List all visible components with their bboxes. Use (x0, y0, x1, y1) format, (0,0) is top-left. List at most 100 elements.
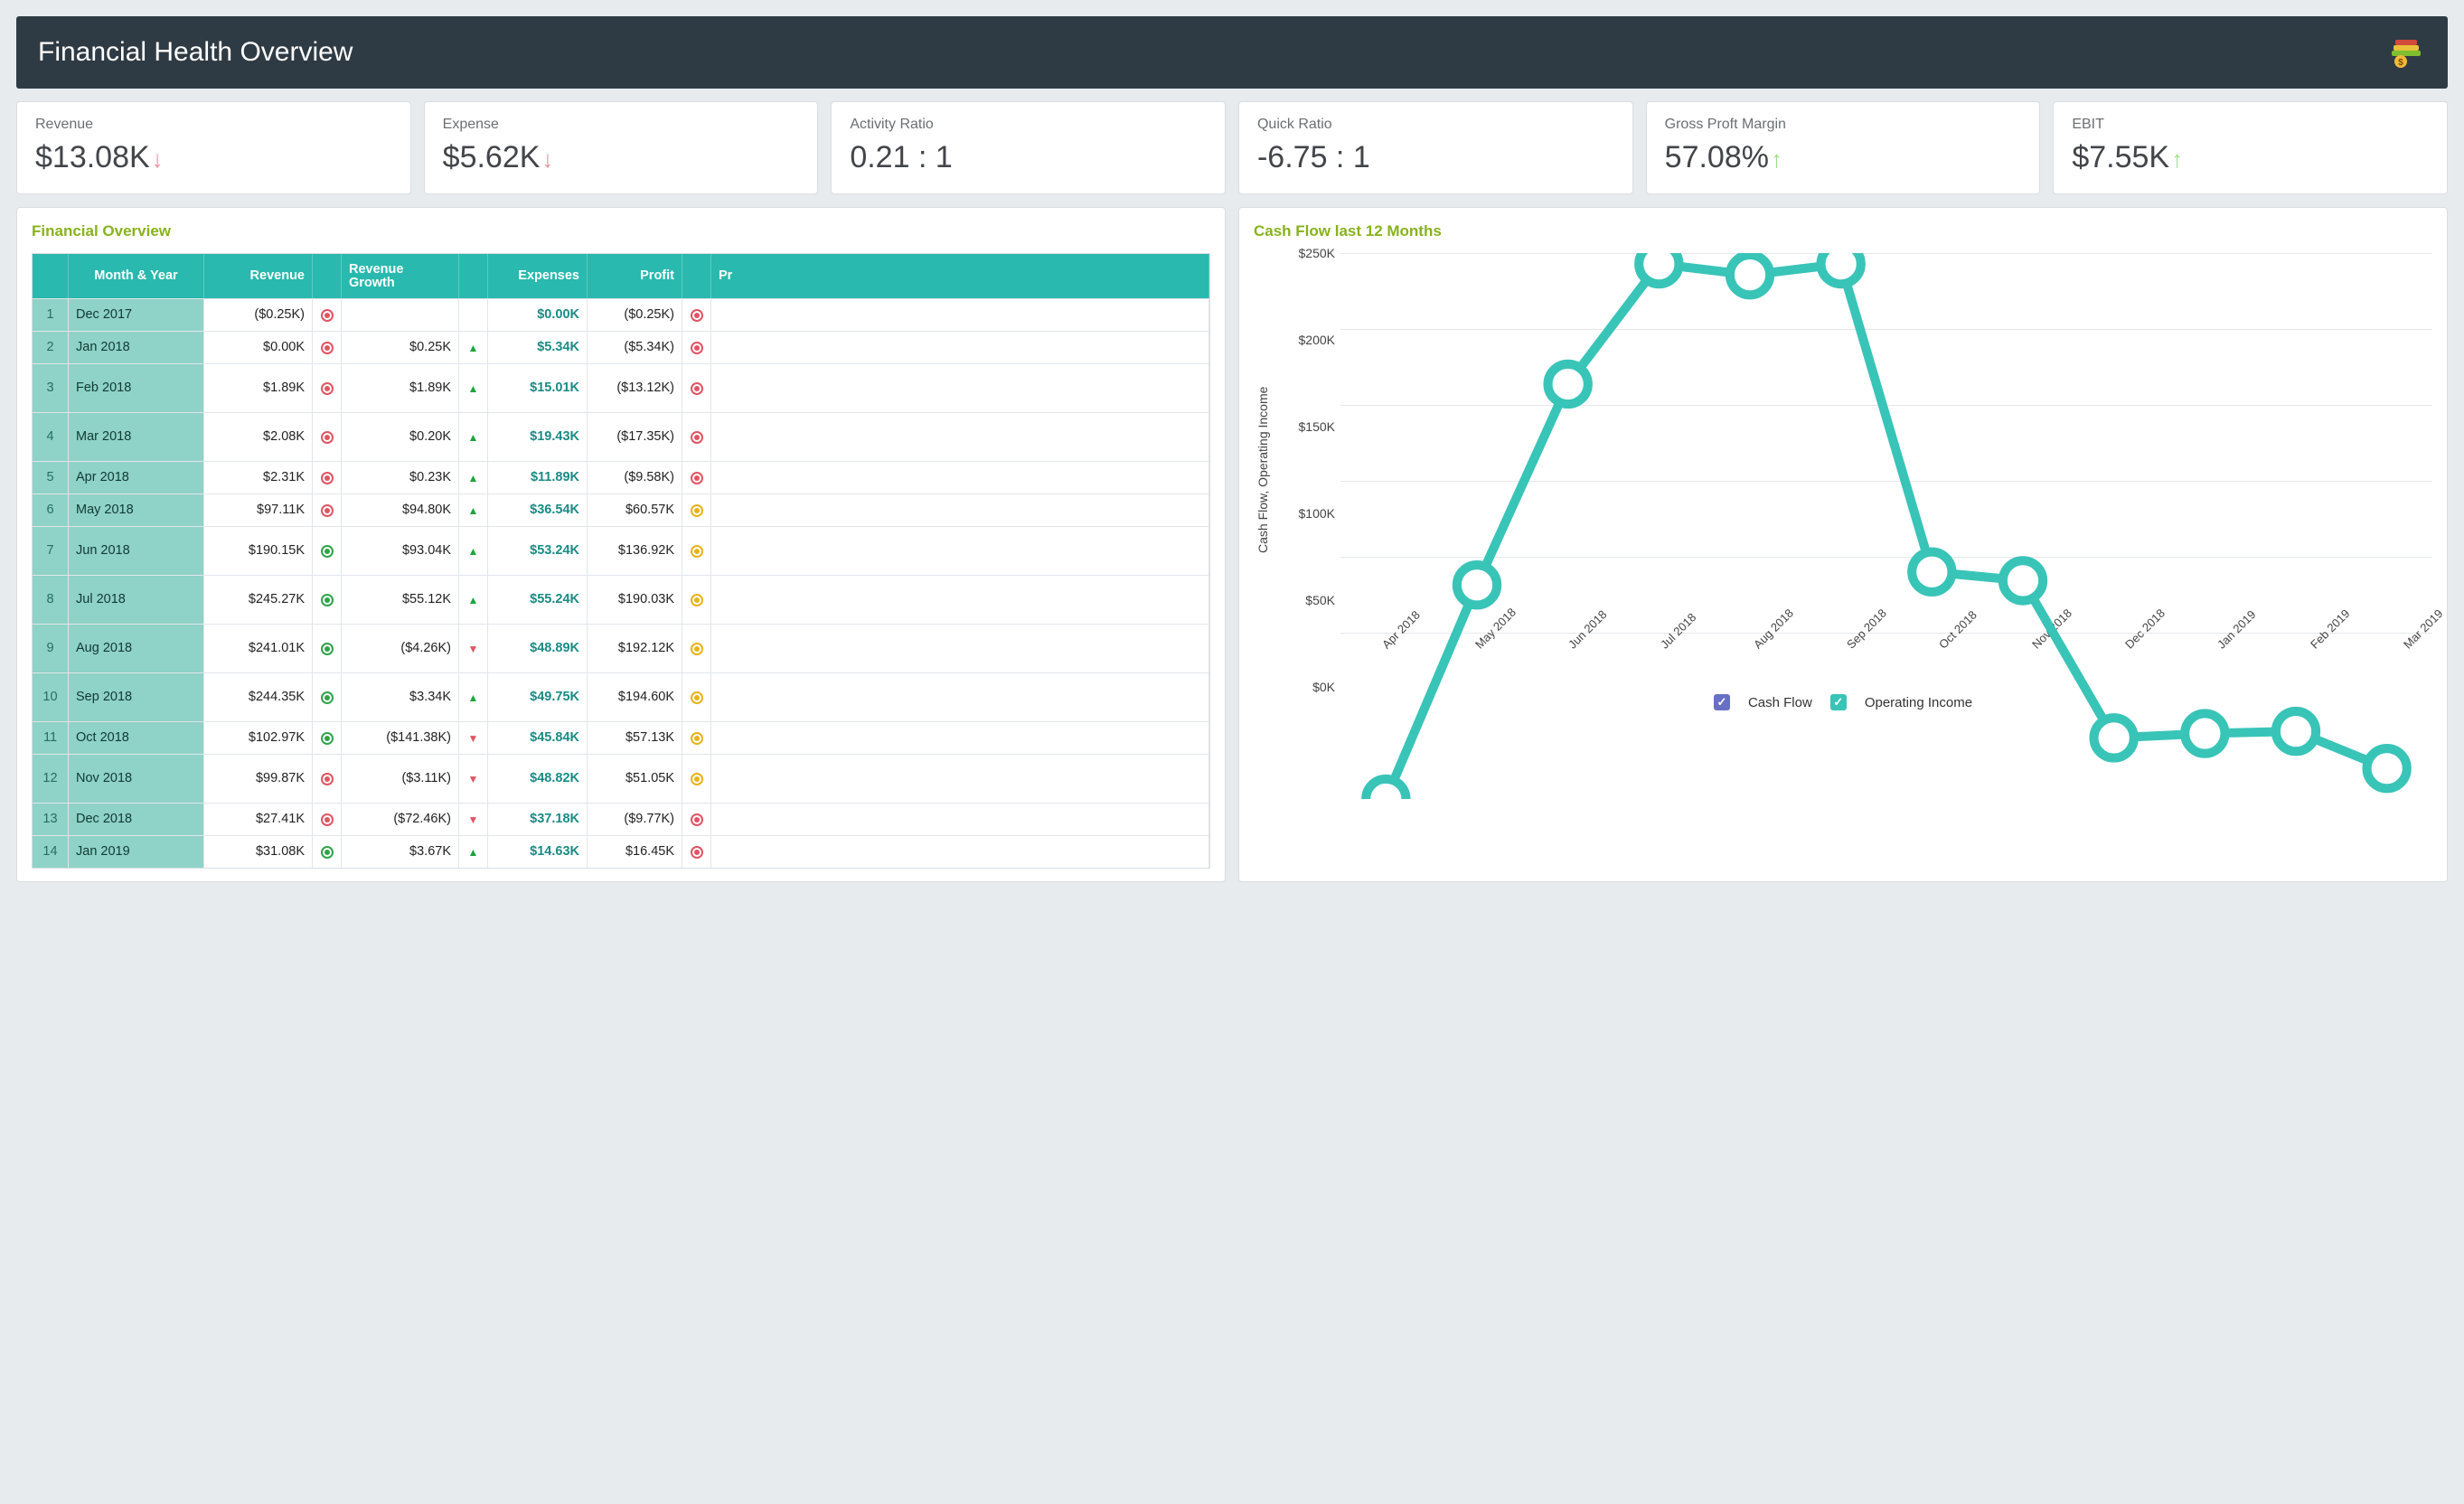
trend-up-icon: ▲ (468, 595, 479, 606)
cell-extra (711, 364, 1209, 412)
line-point[interactable] (2185, 713, 2224, 753)
cell-growth: ($72.46K) (342, 804, 459, 835)
page-header: Financial Health Overview $ (16, 16, 2448, 89)
cell-extra (711, 673, 1209, 721)
line-point[interactable] (2276, 711, 2316, 751)
kpi-card[interactable]: Activity Ratio 0.21 : 1 (831, 101, 1226, 194)
col-month[interactable]: Month & Year (69, 254, 204, 298)
line-point[interactable] (2094, 718, 2134, 757)
cell-rev-indicator (313, 576, 342, 624)
kpi-value: $13.08K↓ (35, 140, 392, 175)
legend-swatch-opincome[interactable]: ✓ (1830, 694, 1847, 710)
table-row[interactable]: 6 May 2018 $97.11K $94.80K ▲ $36.54K $60… (33, 494, 1209, 526)
status-indicator-icon (691, 846, 703, 859)
trend-up-icon: ▲ (468, 383, 479, 394)
cell-profit: ($9.77K) (588, 804, 682, 835)
table-row[interactable]: 11 Oct 2018 $102.97K ($141.38K) ▼ $45.84… (33, 721, 1209, 754)
cell-growth-indicator: ▼ (459, 625, 488, 672)
cell-growth-indicator: ▲ (459, 413, 488, 461)
page-title: Financial Health Overview (38, 37, 353, 68)
status-indicator-icon (321, 732, 334, 745)
cell-expenses: $48.89K (488, 625, 588, 672)
col-profit[interactable]: Profit (588, 254, 682, 298)
x-tick: Aug 2018 (1751, 606, 1796, 652)
kpi-card[interactable]: Gross Proft Margin 57.08%↑ (1646, 101, 2041, 194)
cell-month: Mar 2018 (69, 413, 204, 461)
kpi-card[interactable]: Revenue $13.08K↓ (16, 101, 411, 194)
table-row[interactable]: 9 Aug 2018 $241.01K ($4.26K) ▼ $48.89K $… (33, 624, 1209, 672)
cell-growth: $0.23K (342, 462, 459, 494)
col-revenue[interactable]: Revenue (204, 254, 313, 298)
cell-expenses: $37.18K (488, 804, 588, 835)
cell-growth: ($3.11K) (342, 755, 459, 803)
cell-extra (711, 755, 1209, 803)
cell-growth: ($141.38K) (342, 722, 459, 754)
cell-profit-indicator (682, 364, 711, 412)
cell-month: Nov 2018 (69, 755, 204, 803)
row-number: 6 (33, 494, 69, 526)
status-indicator-icon (691, 691, 703, 704)
status-indicator-icon (321, 643, 334, 655)
cell-profit: $60.57K (588, 494, 682, 526)
trend-up-icon: ▲ (468, 847, 479, 858)
kpi-card[interactable]: Expense $5.62K↓ (424, 101, 819, 194)
cell-growth: $55.12K (342, 576, 459, 624)
cell-growth: $93.04K (342, 527, 459, 575)
table-row[interactable]: 14 Jan 2019 $31.08K $3.67K ▲ $14.63K $16… (33, 835, 1209, 868)
trend-down-icon: ▼ (468, 814, 479, 825)
col-growth[interactable]: Revenue Growth (342, 254, 459, 298)
cell-revenue: $27.41K (204, 804, 313, 835)
status-indicator-icon (691, 342, 703, 354)
cell-growth: $94.80K (342, 494, 459, 526)
col-index[interactable] (33, 254, 69, 298)
table-row[interactable]: 7 Jun 2018 $190.15K $93.04K ▲ $53.24K $1… (33, 526, 1209, 575)
legend-swatch-cashflow[interactable]: ✓ (1714, 694, 1730, 710)
kpi-card[interactable]: EBIT $7.55K↑ (2053, 101, 2448, 194)
trend-up-icon: ▲ (468, 432, 479, 443)
table-row[interactable]: 4 Mar 2018 $2.08K $0.20K ▲ $19.43K ($17.… (33, 412, 1209, 461)
cell-month: Jul 2018 (69, 576, 204, 624)
table-row[interactable]: 13 Dec 2018 $27.41K ($72.46K) ▼ $37.18K … (33, 803, 1209, 835)
y-tick: $50K (1279, 593, 1335, 607)
cell-expenses: $48.82K (488, 755, 588, 803)
cell-profit-indicator (682, 299, 711, 331)
table-row[interactable]: 10 Sep 2018 $244.35K $3.34K ▲ $49.75K $1… (33, 672, 1209, 721)
status-indicator-icon (691, 594, 703, 606)
line-point[interactable] (2367, 748, 2407, 788)
line-point[interactable] (1366, 779, 1406, 799)
cell-rev-indicator (313, 299, 342, 331)
table-row[interactable]: 2 Jan 2018 $0.00K $0.25K ▲ $5.34K ($5.34… (33, 331, 1209, 363)
cell-expenses: $49.75K (488, 673, 588, 721)
table-row[interactable]: 12 Nov 2018 $99.87K ($3.11K) ▼ $48.82K $… (33, 754, 1209, 803)
col-growth-indicator (459, 254, 488, 298)
cell-growth-indicator: ▲ (459, 494, 488, 526)
cell-profit-indicator (682, 527, 711, 575)
row-number: 2 (33, 332, 69, 363)
col-extra[interactable]: Pr (711, 254, 1209, 298)
cell-expenses: $45.84K (488, 722, 588, 754)
cell-profit-indicator (682, 755, 711, 803)
cell-month: May 2018 (69, 494, 204, 526)
cell-growth-indicator: ▲ (459, 576, 488, 624)
cell-expenses: $19.43K (488, 413, 588, 461)
table-row[interactable]: 8 Jul 2018 $245.27K $55.12K ▲ $55.24K $1… (33, 575, 1209, 624)
x-tick: Mar 2019 (2401, 606, 2445, 651)
cell-rev-indicator (313, 364, 342, 412)
table-body: 1 Dec 2017 ($0.25K) $0.00K ($0.25K) 2 Ja… (33, 298, 1209, 868)
kpi-card[interactable]: Quick Ratio -6.75 : 1 (1238, 101, 1633, 194)
table-row[interactable]: 3 Feb 2018 $1.89K $1.89K ▲ $15.01K ($13.… (33, 363, 1209, 412)
cell-growth-indicator: ▼ (459, 722, 488, 754)
cell-expenses: $15.01K (488, 364, 588, 412)
cell-growth-indicator: ▼ (459, 804, 488, 835)
cell-extra (711, 332, 1209, 363)
col-expenses[interactable]: Expenses (488, 254, 588, 298)
cash-flow-chart[interactable]: Apr 2018 May 2018 Jun 2018 Jul 2018 Aug … (1279, 253, 2432, 687)
row-number: 8 (33, 576, 69, 624)
status-indicator-icon (691, 813, 703, 826)
table-row[interactable]: 5 Apr 2018 $2.31K $0.23K ▲ $11.89K ($9.5… (33, 461, 1209, 494)
cell-rev-indicator (313, 494, 342, 526)
table-row[interactable]: 1 Dec 2017 ($0.25K) $0.00K ($0.25K) (33, 298, 1209, 331)
kpi-value: $7.55K↑ (2072, 140, 2429, 175)
cell-profit: $136.92K (588, 527, 682, 575)
cell-rev-indicator (313, 673, 342, 721)
